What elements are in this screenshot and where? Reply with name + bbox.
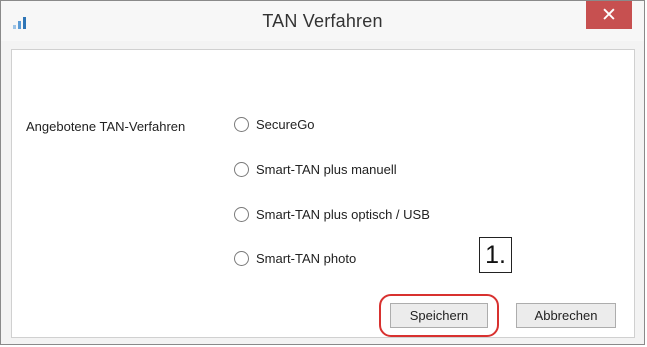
radio-option-smart-tan-plus-manuell[interactable]: Smart-TAN plus manuell: [234, 162, 397, 177]
title-bar[interactable]: TAN Verfahren ✕: [1, 1, 644, 41]
dialog-content: [11, 49, 635, 338]
close-button[interactable]: ✕: [586, 1, 632, 29]
save-button[interactable]: Speichern: [390, 303, 488, 328]
radio-option-smart-tan-plus-optisch-usb[interactable]: Smart-TAN plus optisch / USB: [234, 207, 430, 222]
radio-button[interactable]: [234, 207, 249, 222]
window-title: TAN Verfahren: [262, 11, 383, 31]
step-annotation: 1.: [479, 237, 512, 273]
radio-button[interactable]: [234, 251, 249, 266]
cancel-button[interactable]: Abbrechen: [516, 303, 616, 328]
tan-method-group-label: Angebotene TAN-Verfahren: [26, 119, 186, 134]
radio-label: Smart-TAN photo: [256, 251, 357, 266]
radio-label: SecureGo: [256, 117, 315, 132]
radio-label: Smart-TAN plus optisch / USB: [256, 207, 430, 222]
radio-button[interactable]: [234, 162, 249, 177]
close-icon: ✕: [601, 4, 617, 26]
radio-option-securego[interactable]: SecureGo: [234, 117, 315, 132]
radio-option-smart-tan-photo[interactable]: Smart-TAN photo: [234, 251, 356, 266]
radio-button[interactable]: [234, 117, 249, 132]
radio-label: Smart-TAN plus manuell: [256, 162, 397, 177]
dialog-window: TAN Verfahren ✕ Angebotene TAN-Verfahren…: [0, 0, 645, 345]
